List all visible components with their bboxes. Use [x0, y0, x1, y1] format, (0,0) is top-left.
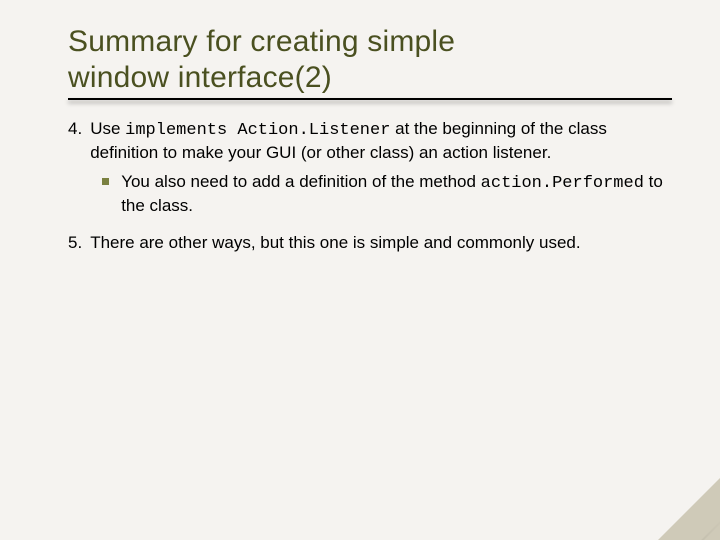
item-text: There are other ways, but this one is si… — [90, 233, 580, 252]
title-line-2: window interface(2) — [68, 61, 332, 94]
code-implements-actionlistener: implements Action.Listener — [125, 121, 390, 140]
list-item-5: 5. There are other ways, but this one is… — [68, 232, 672, 254]
sub-text-lead: You also need to add a definition of the… — [121, 172, 480, 191]
page-curl-icon — [658, 478, 720, 540]
title-line-1: Summary for creating simple — [68, 25, 455, 58]
content: 4. Use implements Action.Listener at the… — [68, 118, 672, 254]
sub-item: You also need to add a definition of the… — [102, 171, 672, 218]
code-actionperformed: action.Performed — [481, 174, 644, 193]
slide-title: Summary for creating simple window inter… — [68, 24, 672, 96]
item-body: There are other ways, but this one is si… — [90, 232, 672, 254]
text-lead: Use — [90, 119, 125, 138]
sub-item-body: You also need to add a definition of the… — [121, 171, 672, 218]
sub-list: You also need to add a definition of the… — [90, 171, 672, 218]
square-bullet-icon — [102, 178, 109, 185]
title-underline — [68, 98, 672, 100]
item-body: Use implements Action.Listener at the be… — [90, 118, 672, 218]
list-item-4: 4. Use implements Action.Listener at the… — [68, 118, 672, 218]
item-number: 5. — [68, 232, 90, 254]
slide: Summary for creating simple window inter… — [0, 0, 720, 540]
item-number: 4. — [68, 118, 90, 218]
